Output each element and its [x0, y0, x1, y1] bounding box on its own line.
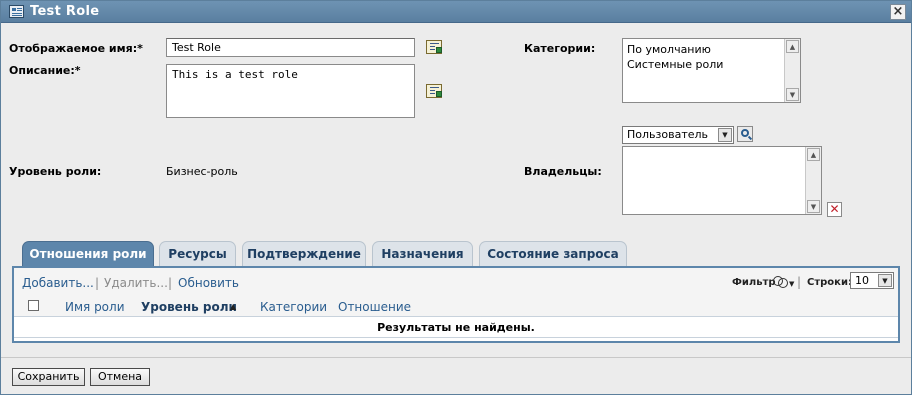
categories-list[interactable]: По умолчанию Системные роли ▲ ▼ — [622, 38, 801, 103]
column-categories[interactable]: Категории — [260, 300, 327, 314]
tab-role-relationships[interactable]: Отношения роли — [22, 241, 154, 267]
separator: | — [168, 276, 173, 290]
add-link[interactable]: Добавить... — [22, 276, 94, 290]
filter-icon[interactable]: ▼ — [772, 275, 794, 289]
column-role-name[interactable]: Имя роли — [65, 300, 125, 314]
rows-select[interactable]: 10 ▼ — [850, 272, 894, 289]
rows-label: Строки: — [807, 277, 852, 288]
table-header: Имя роли Уровень роли ▲ Категории Отноше… — [14, 295, 898, 317]
owners-list[interactable]: ▲ ▼ — [622, 146, 822, 215]
tab-resources[interactable]: Ресурсы — [159, 241, 236, 266]
close-icon[interactable]: × — [890, 4, 906, 20]
scrollbar[interactable]: ▲ ▼ — [805, 147, 821, 214]
list-item[interactable]: Системные роли — [623, 57, 800, 72]
owners-label: Владельцы: — [524, 165, 602, 178]
relationships-panel: Добавить... | Удалить... | Обновить Филь… — [12, 266, 900, 343]
scroll-down-icon[interactable]: ▼ — [807, 200, 820, 213]
description-label: Описание:* — [9, 64, 81, 77]
search-icon[interactable] — [737, 126, 753, 142]
localize-icon[interactable] — [426, 40, 442, 54]
rows-value: 10 — [855, 274, 869, 287]
dialog-title: Test Role — [30, 4, 100, 19]
role-dialog: Test Role × Отображаемое имя:* Test Role… — [0, 0, 912, 395]
scroll-up-icon[interactable]: ▲ — [807, 148, 820, 161]
tab-approval[interactable]: Подтверждение — [242, 241, 366, 266]
sort-ascending-icon: ▲ — [230, 302, 237, 311]
scroll-up-icon[interactable]: ▲ — [786, 40, 799, 53]
save-button[interactable]: Сохранить — [12, 368, 85, 386]
chevron-down-icon[interactable]: ▼ — [878, 274, 892, 287]
empty-results-message: Результаты не найдены. — [14, 318, 898, 338]
delete-link[interactable]: Удалить... — [104, 276, 168, 290]
owner-type-value: Пользователь — [627, 128, 709, 141]
scrollbar[interactable]: ▲ ▼ — [784, 39, 800, 102]
column-relationship[interactable]: Отношение — [338, 300, 411, 314]
dialog-titlebar: Test Role × — [1, 1, 911, 23]
scroll-down-icon[interactable]: ▼ — [786, 88, 799, 101]
tab-assignments[interactable]: Назначения — [372, 241, 473, 266]
column-role-level[interactable]: Уровень роли — [141, 300, 237, 314]
refresh-link[interactable]: Обновить — [178, 276, 239, 290]
list-item[interactable]: По умолчанию — [623, 42, 800, 57]
categories-label: Категории: — [524, 42, 596, 55]
separator: | — [797, 275, 802, 289]
localize-icon[interactable] — [426, 84, 442, 98]
owner-type-select[interactable]: Пользователь ▼ — [622, 126, 734, 144]
table-toolbar: Добавить... | Удалить... | Обновить Филь… — [14, 268, 898, 295]
separator: | — [95, 276, 100, 290]
footer-divider — [1, 357, 911, 358]
select-all-checkbox[interactable] — [28, 300, 39, 311]
filter-label: Фильтр — [732, 277, 776, 288]
role-icon — [9, 5, 24, 18]
tab-request-status[interactable]: Состояние запроса — [479, 241, 627, 266]
description-field[interactable]: This is a test role — [166, 64, 415, 118]
display-name-label: Отображаемое имя:* — [9, 42, 143, 55]
display-name-field[interactable]: Test Role — [166, 38, 415, 57]
role-level-label: Уровень роли: — [9, 165, 102, 178]
chevron-down-icon[interactable]: ▼ — [718, 128, 732, 142]
cancel-button[interactable]: Отмена — [90, 368, 150, 386]
remove-owner-icon[interactable]: ✕ — [827, 202, 842, 217]
role-level-value: Бизнес-роль — [166, 165, 238, 178]
